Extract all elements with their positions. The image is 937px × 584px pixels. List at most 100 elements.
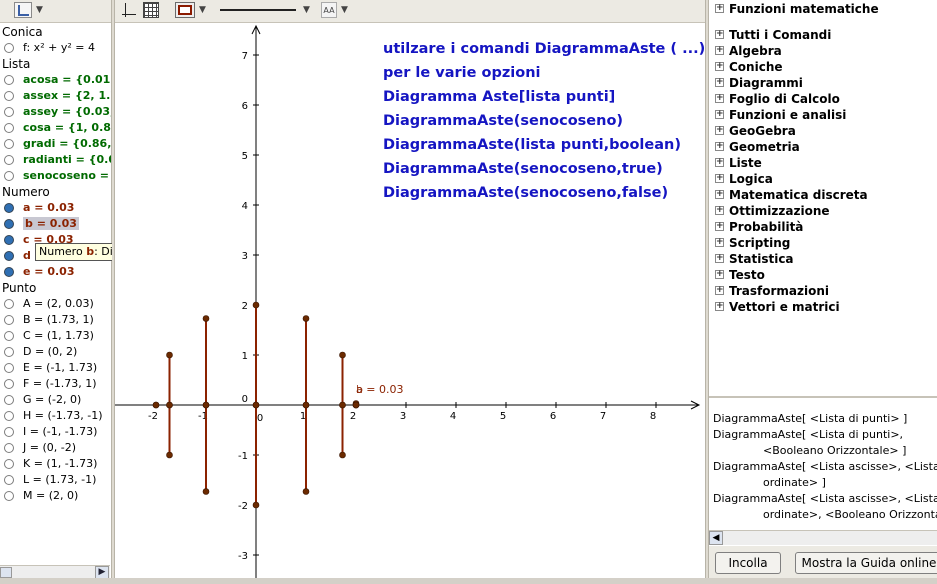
stem-point[interactable] [202, 488, 210, 495]
label-style-button[interactable]: AA [321, 2, 337, 18]
algebra-object-row[interactable]: G = (-2, 0) [0, 392, 112, 408]
visibility-toggle-icon[interactable] [4, 443, 14, 453]
command-category-node[interactable]: + Algebra [715, 43, 782, 59]
visibility-toggle-icon[interactable] [4, 363, 14, 373]
visibility-toggle-icon[interactable] [4, 347, 14, 357]
algebra-horizontal-scrollbar[interactable]: ▶ [0, 565, 110, 579]
expand-icon[interactable]: + [715, 30, 724, 39]
stem-point[interactable] [339, 351, 346, 359]
visibility-toggle-icon[interactable] [4, 235, 14, 245]
algebra-object-row[interactable]: C = (1, 1.73) [0, 328, 112, 344]
command-category-node[interactable]: + Probabilità [715, 219, 803, 235]
command-category-node[interactable]: + GeoGebra [715, 123, 796, 139]
stem-base-point[interactable] [302, 401, 310, 409]
annotation-text[interactable]: Diagramma Aste[lista punti] [383, 89, 615, 105]
expand-icon[interactable]: + [715, 302, 724, 311]
stem-point[interactable] [302, 488, 310, 495]
algebra-object-row[interactable]: assey = {0.03, 1 [0, 104, 112, 120]
visibility-toggle-icon[interactable] [4, 459, 14, 469]
stem-base-point[interactable] [352, 401, 360, 409]
stem-base-point[interactable] [202, 401, 210, 409]
stem-base-point[interactable] [339, 401, 346, 409]
stem-point[interactable] [166, 351, 173, 359]
visibility-toggle-icon[interactable] [4, 91, 14, 101]
stem-point[interactable] [252, 501, 260, 509]
algebra-object-row[interactable]: F = (-1.73, 1) [0, 376, 112, 392]
algebra-object-row[interactable]: senocoseno = { [0, 168, 112, 184]
expand-icon[interactable]: + [715, 190, 724, 199]
visibility-toggle-icon[interactable] [4, 491, 14, 501]
command-category-node[interactable]: + Vettori e matrici [715, 299, 840, 315]
expand-icon[interactable]: + [715, 4, 724, 13]
visibility-toggle-icon[interactable] [4, 203, 14, 213]
visibility-toggle-icon[interactable] [4, 427, 14, 437]
visibility-toggle-icon[interactable] [4, 43, 14, 53]
chevron-down-icon[interactable]: ▼ [303, 5, 310, 21]
command-category-node[interactable]: + Funzioni e analisi [715, 107, 846, 123]
expand-icon[interactable]: + [715, 270, 724, 279]
annotation-text[interactable]: utilzare i comandi DiagrammaAste ( ...) [383, 41, 705, 57]
paste-button[interactable]: Incolla [715, 552, 781, 574]
expand-icon[interactable]: + [715, 142, 724, 151]
algebra-object-row[interactable]: e = 0.03 [0, 264, 112, 280]
visibility-toggle-icon[interactable] [4, 379, 14, 389]
visibility-toggle-icon[interactable] [4, 267, 14, 277]
expand-icon[interactable]: + [715, 238, 724, 247]
stem-point[interactable] [166, 451, 173, 459]
command-category-node[interactable]: + Funzioni matematiche [715, 1, 879, 17]
visibility-toggle-icon[interactable] [4, 155, 14, 165]
command-category-node[interactable]: + Scripting [715, 235, 790, 251]
annotation-text[interactable]: DiagrammaAste(senocoseno,false) [383, 185, 668, 201]
command-category-node[interactable]: + Testo [715, 267, 765, 283]
toggle-grid-button[interactable] [143, 2, 159, 18]
expand-icon[interactable]: + [715, 62, 724, 71]
expand-icon[interactable]: + [715, 286, 724, 295]
command-category-node[interactable]: + Ottimizzazione [715, 203, 830, 219]
graphics-view[interactable]: ▼ ▼ AA ▼ -2 -1 0 1 2 3 4 5 6 7 8 -3 -2 -1 0 1 2 3 4 5 6 7 a = … [115, 0, 705, 584]
command-category-node[interactable]: + Logica [715, 171, 773, 187]
annotation-text[interactable]: DiagrammaAste(senocoseno) [383, 113, 623, 129]
algebra-object-row[interactable]: b = 0.03 [0, 216, 112, 232]
stem-base-point[interactable] [252, 401, 260, 409]
annotation-text[interactable]: per le varie opzioni [383, 65, 541, 81]
expand-icon[interactable]: + [715, 174, 724, 183]
algebra-object-row[interactable]: cosa = {1, 0.87, [0, 120, 112, 136]
algebra-object-row[interactable]: M = (2, 0) [0, 488, 112, 504]
expand-icon[interactable]: + [715, 94, 724, 103]
visibility-toggle-icon[interactable] [4, 315, 14, 325]
visibility-toggle-icon[interactable] [4, 139, 14, 149]
algebra-object-row[interactable]: a = 0.03 [0, 200, 112, 216]
graphics-canvas[interactable]: -2 -1 0 1 2 3 4 5 6 7 8-3-2-101234567a = 0.03b [115, 22, 705, 584]
chevron-down-icon[interactable]: ▼ [341, 5, 348, 21]
algebra-object-row[interactable]: f: x² + y² = 4 [0, 40, 112, 56]
algebra-object-row[interactable]: K = (1, -1.73) [0, 456, 112, 472]
chevron-down-icon[interactable]: ▼ [36, 5, 43, 15]
expand-icon[interactable]: + [715, 126, 724, 135]
color-button[interactable] [175, 2, 195, 18]
stem-point[interactable] [202, 315, 210, 322]
command-category-node[interactable]: + Trasformazioni [715, 283, 829, 299]
scroll-left-arrow-icon[interactable]: ◀ [709, 531, 723, 545]
stem-base-point[interactable] [166, 401, 173, 409]
command-category-node[interactable]: + Matematica discreta [715, 187, 868, 203]
algebra-object-row[interactable]: J = (0, -2) [0, 440, 112, 456]
visibility-toggle-icon[interactable] [4, 107, 14, 117]
visibility-toggle-icon[interactable] [4, 251, 14, 261]
algebra-object-row[interactable]: E = (-1, 1.73) [0, 360, 112, 376]
algebra-object-row[interactable]: gradi = {0.86, 30 [0, 136, 112, 152]
visibility-toggle-icon[interactable] [4, 171, 14, 181]
stem-base-point[interactable] [152, 401, 160, 409]
visibility-toggle-icon[interactable] [4, 219, 14, 229]
algebra-object-row[interactable]: A = (2, 0.03) [0, 296, 112, 312]
visibility-toggle-icon[interactable] [4, 395, 14, 405]
help-horizontal-scrollbar[interactable]: ◀ [709, 530, 937, 545]
visibility-toggle-icon[interactable] [4, 299, 14, 309]
command-category-node[interactable]: + Geometria [715, 139, 800, 155]
expand-icon[interactable]: + [715, 78, 724, 87]
expand-icon[interactable]: + [715, 110, 724, 119]
visibility-toggle-icon[interactable] [4, 75, 14, 85]
expand-icon[interactable]: + [715, 158, 724, 167]
algebra-object-row[interactable]: L = (1.73, -1) [0, 472, 112, 488]
visibility-toggle-icon[interactable] [4, 123, 14, 133]
online-help-button[interactable]: Mostra la Guida online [795, 552, 937, 574]
